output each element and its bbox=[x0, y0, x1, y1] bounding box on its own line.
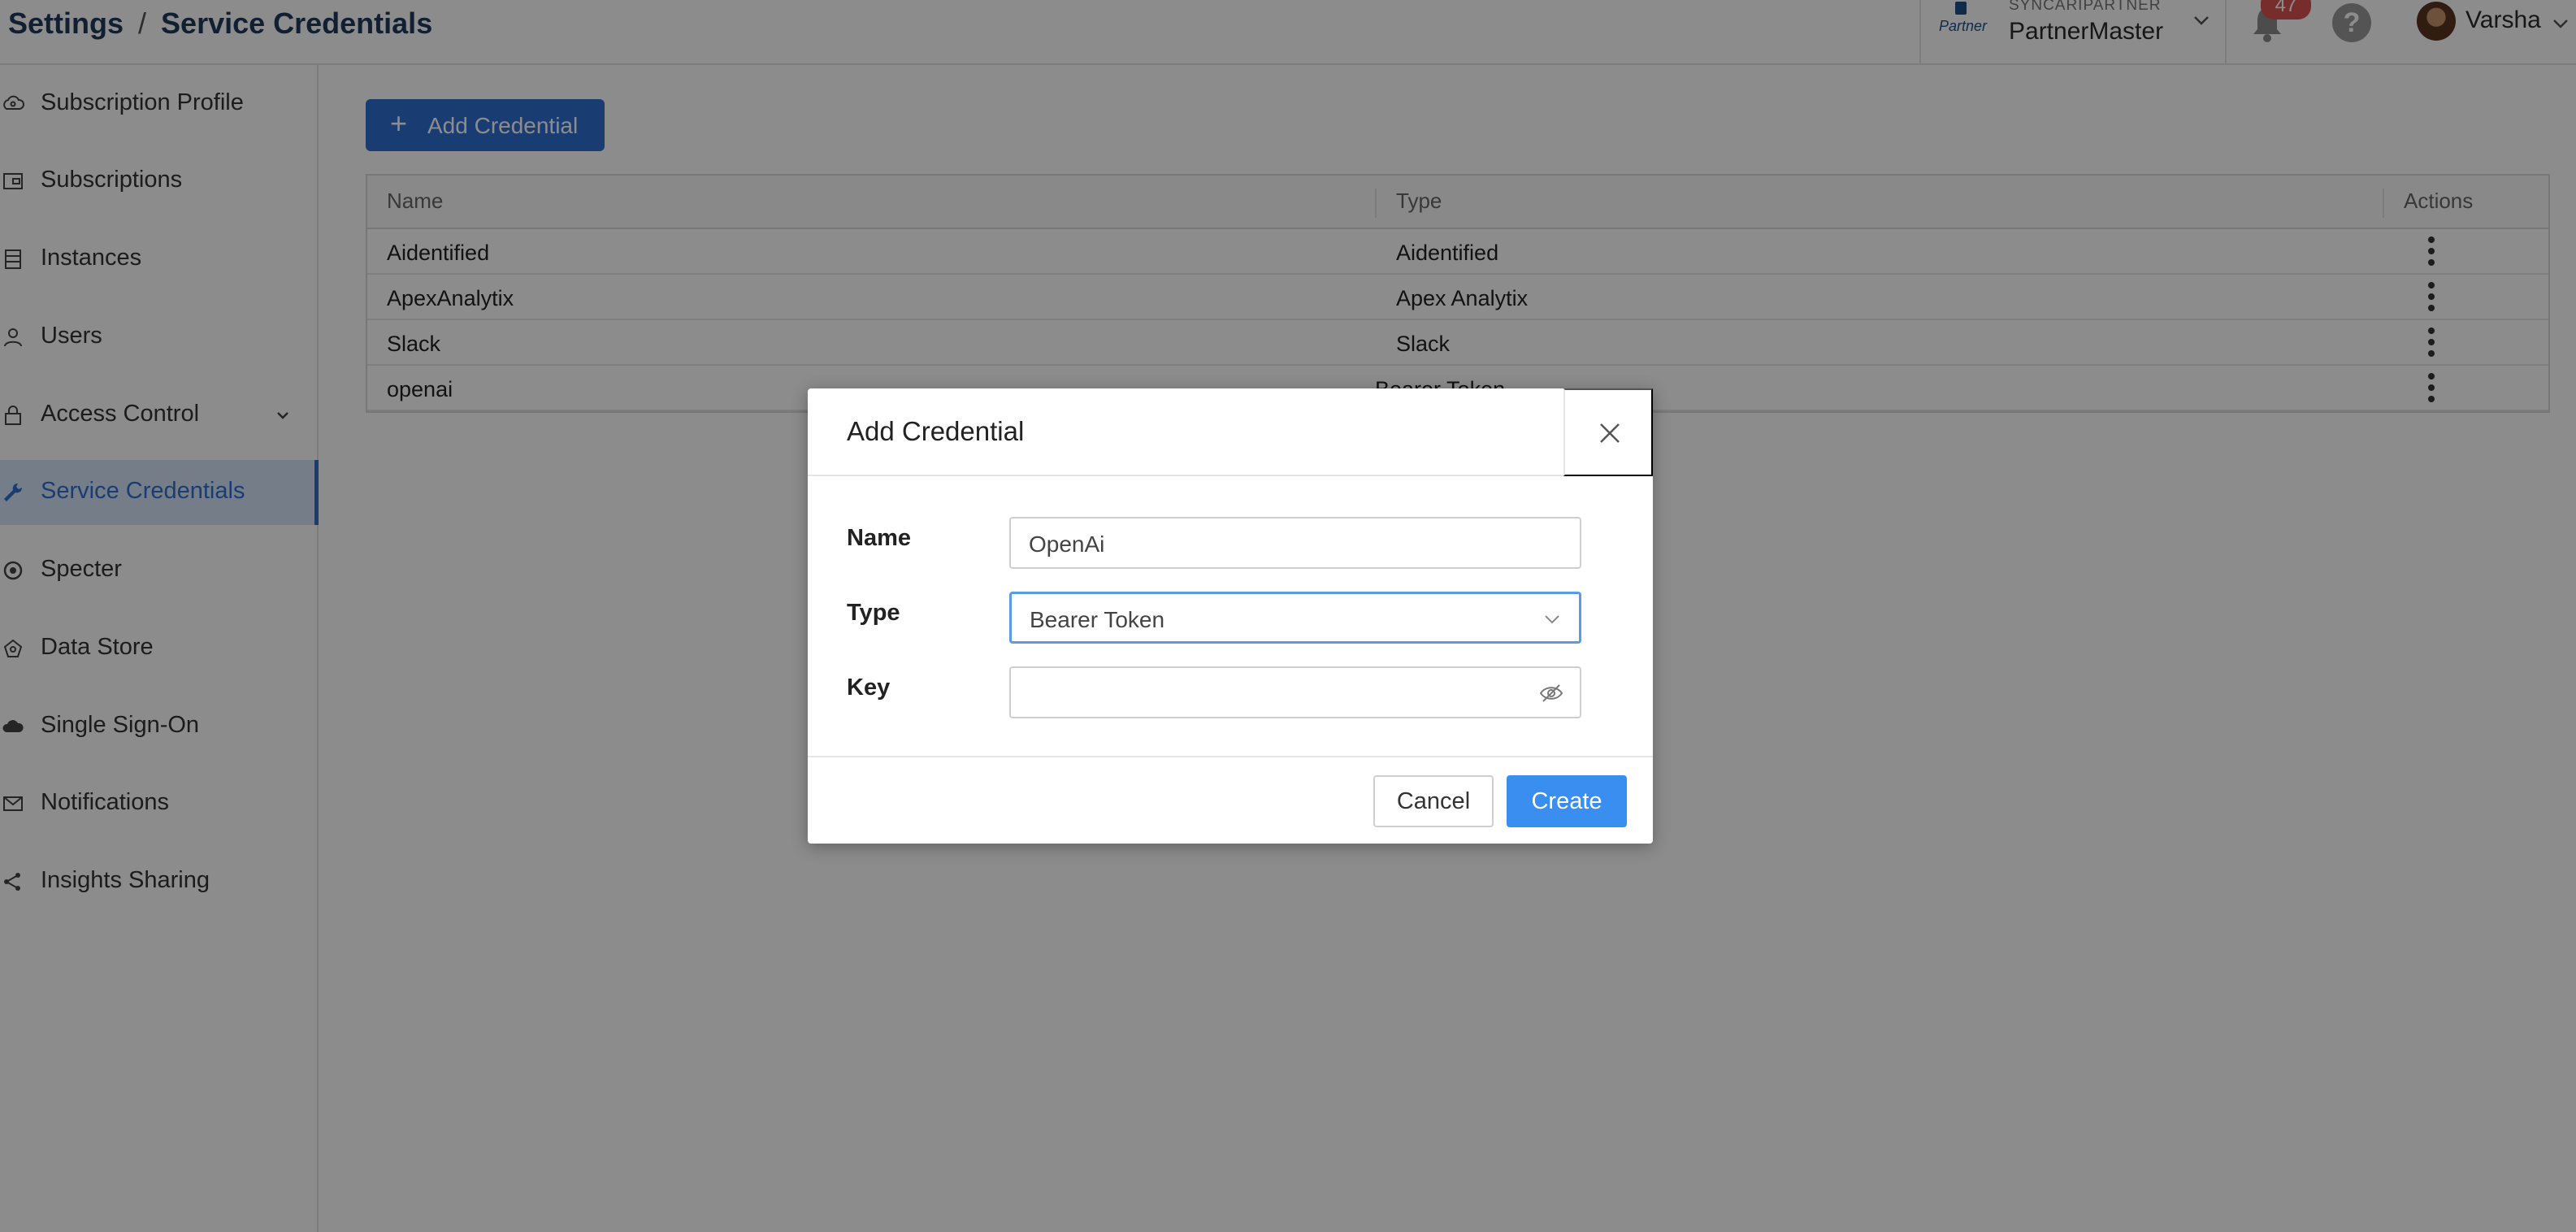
dialog-footer-divider bbox=[808, 756, 1653, 757]
create-button[interactable]: Create bbox=[1507, 775, 1627, 827]
type-field-label: Type bbox=[847, 600, 900, 626]
add-credential-dialog: Add Credential Name OpenAi Type Bearer T… bbox=[808, 388, 1653, 844]
key-field-label: Key bbox=[847, 675, 891, 701]
cancel-button[interactable]: Cancel bbox=[1373, 775, 1494, 827]
name-field[interactable]: OpenAi bbox=[1009, 517, 1581, 569]
name-field-label: Name bbox=[847, 525, 911, 551]
type-select[interactable]: Bearer Token bbox=[1009, 592, 1581, 644]
close-button[interactable] bbox=[1563, 388, 1653, 476]
dialog-header: Add Credential bbox=[808, 388, 1653, 476]
type-select-value: Bearer Token bbox=[1030, 607, 1165, 632]
dialog-title: Add Credential bbox=[847, 416, 1025, 446]
eye-off-icon[interactable] bbox=[1539, 683, 1563, 704]
key-field[interactable] bbox=[1009, 666, 1581, 718]
name-field-value: OpenAi bbox=[1029, 531, 1105, 557]
chevron-down-icon bbox=[1545, 615, 1559, 624]
close-icon bbox=[1600, 423, 1620, 443]
